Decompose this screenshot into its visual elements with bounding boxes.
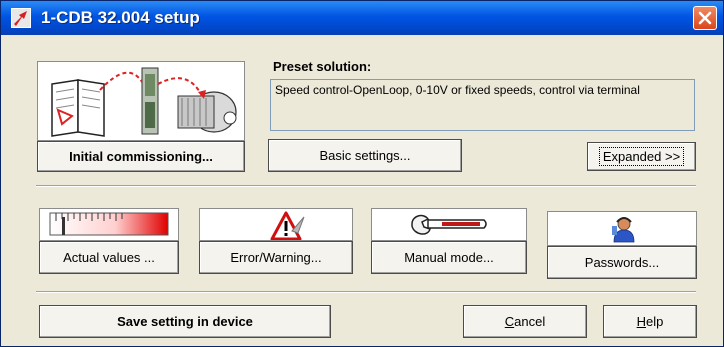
preset-solution-text: Speed control-OpenLoop, 0-10V or fixed s… (270, 79, 695, 131)
initial-commissioning-button[interactable]: Initial commissioning... (37, 141, 245, 172)
expanded-button[interactable]: Expanded >> (587, 142, 696, 171)
save-setting-button[interactable]: Save setting in device (39, 305, 331, 338)
error-warning-button[interactable]: Error/Warning... (199, 241, 353, 274)
warning-triangle-icon (270, 211, 305, 240)
actual-values-image[interactable] (39, 208, 179, 241)
meter-gauge-icon (49, 212, 169, 236)
manual-mode-button[interactable]: Manual mode... (371, 241, 527, 274)
separator-bottom (36, 291, 696, 293)
help-button[interactable]: Help (603, 305, 697, 338)
wrench-icon (411, 214, 487, 235)
app-icon (11, 8, 31, 28)
passwords-image[interactable] (547, 211, 697, 246)
title-bar[interactable]: 1-CDB 32.004 setup (1, 1, 723, 35)
cancel-accesskey: C (504, 314, 515, 329)
window-title: 1-CDB 32.004 setup (41, 8, 200, 27)
close-icon (698, 11, 712, 25)
error-warning-label: Error/Warning... (230, 250, 322, 265)
expanded-label: Expanded >> (598, 147, 685, 166)
initial-commissioning-label: Initial commissioning... (69, 149, 213, 164)
manual-mode-label: Manual mode... (404, 250, 494, 265)
help-label: Help (637, 314, 664, 329)
cancel-label-rest: ancel (514, 314, 546, 329)
close-button[interactable] (693, 6, 717, 30)
help-accesskey: H (636, 314, 647, 329)
setup-dialog: 1-CDB 32.004 setup Initial commissioning… (0, 0, 724, 347)
commissioning-image[interactable] (37, 61, 245, 141)
passwords-label: Passwords... (584, 255, 660, 270)
save-setting-label: Save setting in device (117, 314, 253, 329)
preset-solution-label: Preset solution: (273, 59, 372, 74)
actual-values-button[interactable]: Actual values ... (39, 241, 179, 274)
user-key-icon (612, 217, 635, 243)
help-label-rest: elp (646, 314, 664, 329)
manual-mode-image[interactable] (371, 208, 527, 241)
commissioning-illustration-icon (51, 67, 237, 137)
actual-values-label: Actual values ... (63, 250, 155, 265)
basic-settings-label: Basic settings... (319, 148, 411, 163)
error-warning-image[interactable] (199, 208, 353, 241)
basic-settings-button[interactable]: Basic settings... (268, 139, 462, 172)
passwords-button[interactable]: Passwords... (547, 246, 697, 279)
separator-top (36, 185, 696, 187)
cancel-button[interactable]: Cancel (463, 305, 587, 338)
cancel-label: Cancel (505, 314, 545, 329)
